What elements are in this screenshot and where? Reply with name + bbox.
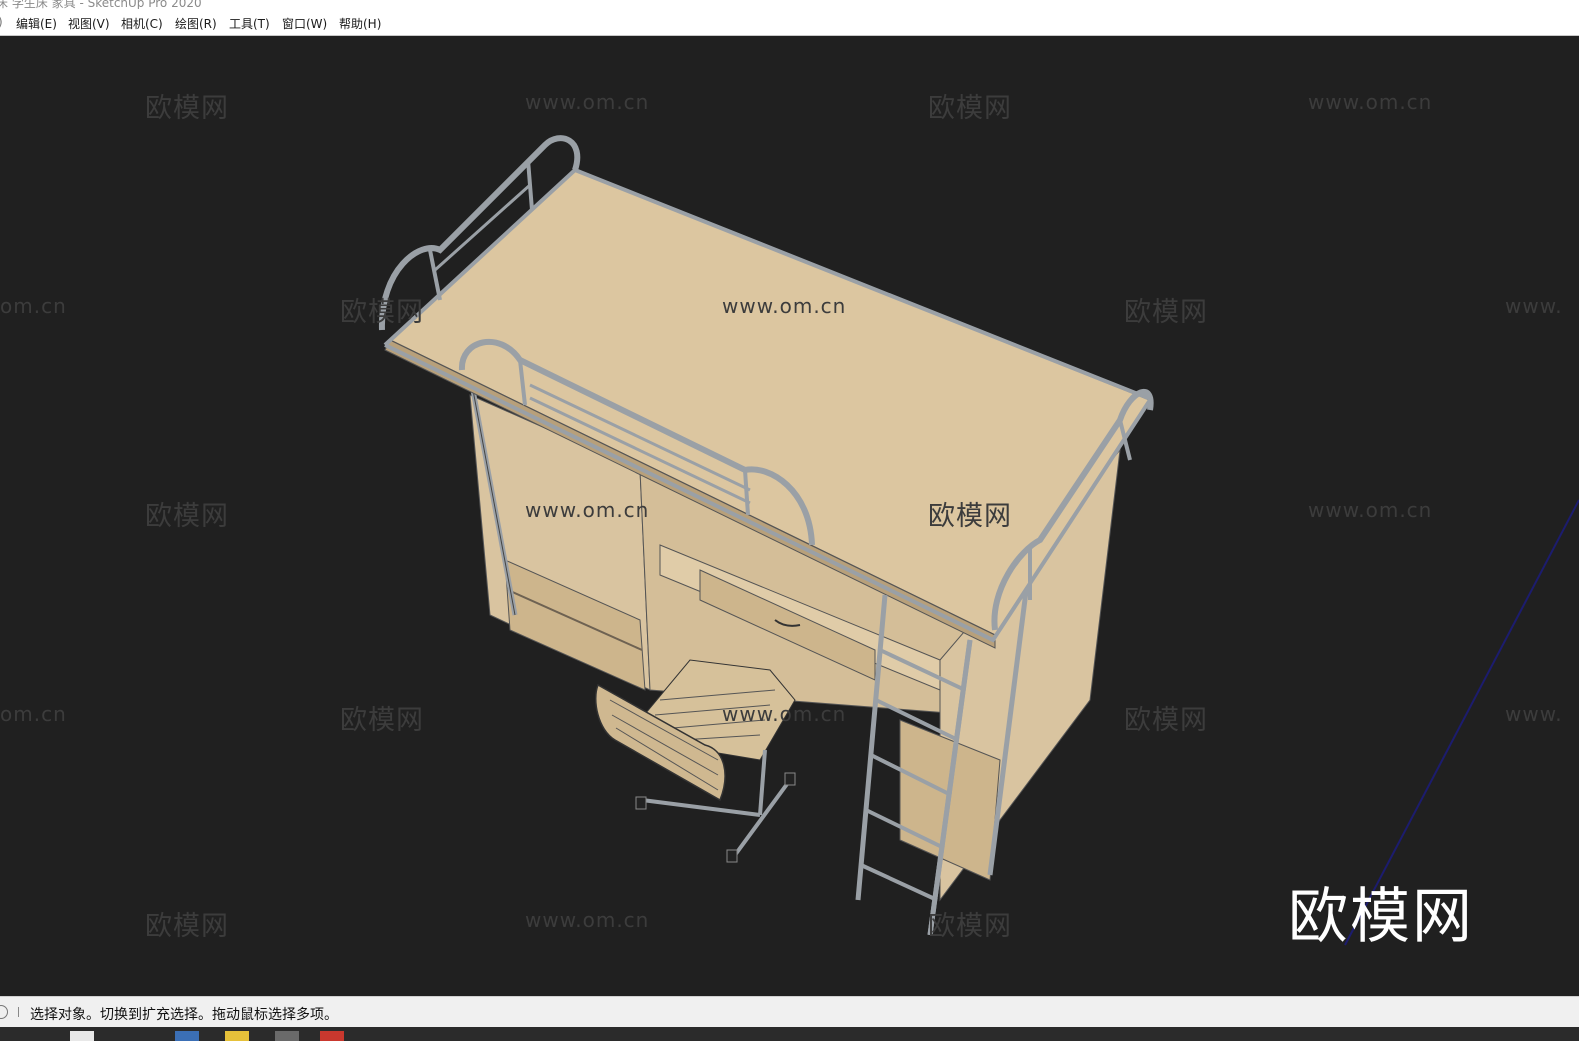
watermark-url: www.om.cn [525, 90, 650, 114]
watermark-url: www.om.cn [722, 702, 847, 726]
watermark-url: www.om.cn [722, 294, 847, 318]
chair [595, 659, 796, 863]
watermark: 欧模网 [928, 93, 1012, 124]
taskbar [0, 1027, 1579, 1041]
watermark: 欧模网 [1124, 705, 1208, 736]
taskbar-app-icon[interactable] [320, 1031, 344, 1041]
status-divider [18, 1007, 19, 1017]
watermark: 欧模网 [145, 501, 229, 532]
watermark: 欧模网 [145, 93, 229, 124]
watermark-url: www.om.cn [1308, 90, 1433, 114]
menu-window[interactable]: 窗口(W) [282, 15, 327, 32]
model-viewport[interactable]: 欧模网 www.om.cn 欧模网 www.om.cn om.cn 欧模网 ww… [0, 36, 1579, 996]
taskbar-app-icon[interactable] [175, 1031, 199, 1041]
taskbar-app-icon[interactable] [70, 1031, 94, 1041]
menu-tools[interactable]: 工具(T) [229, 15, 270, 32]
watermark-url: www.om.cn [1308, 498, 1433, 522]
window-title: 床 学生床 家具 - SketchUp Pro 2020 [0, 0, 202, 9]
watermark: 欧模网 [928, 501, 1012, 532]
menu-help[interactable]: 帮助(H) [339, 15, 381, 32]
taskbar-app-icon[interactable] [225, 1031, 249, 1041]
watermark-url: www. [1505, 702, 1563, 726]
menu-bar: ) 编辑(E) 视图(V) 相机(C) 绘图(R) 工具(T) 窗口(W) 帮助… [0, 9, 1579, 36]
watermark-url: www. [1505, 294, 1563, 318]
watermark: 欧模网 [340, 705, 424, 736]
brand-logo: 欧模网 [1288, 882, 1474, 952]
taskbar-app-icon[interactable] [275, 1031, 299, 1041]
menu-edit[interactable]: 编辑(E) [16, 15, 57, 32]
watermark: 欧模网 [145, 911, 229, 942]
title-bar: 床 学生床 家具 - SketchUp Pro 2020 [0, 0, 1579, 9]
menu-draw[interactable]: 绘图(R) [175, 15, 217, 32]
watermark-url: om.cn [0, 294, 67, 318]
watermark: 欧模网 [1124, 297, 1208, 328]
status-text: 选择对象。切换到扩充选择。拖动鼠标选择多项。 [30, 1007, 338, 1023]
watermark-url: www.om.cn [525, 908, 650, 932]
menu-camera[interactable]: 相机(C) [121, 15, 163, 32]
watermark: 欧模网 [928, 911, 1012, 942]
status-bar: 选择对象。切换到扩充选择。拖动鼠标选择多项。 [0, 996, 1579, 1027]
menu-view[interactable]: 视图(V) [68, 15, 110, 32]
watermark: 欧模网 [340, 297, 424, 328]
info-icon[interactable] [0, 1005, 8, 1019]
menu-fragment: ) [0, 15, 3, 29]
watermark-url: om.cn [0, 702, 67, 726]
watermark-url: www.om.cn [525, 498, 650, 522]
